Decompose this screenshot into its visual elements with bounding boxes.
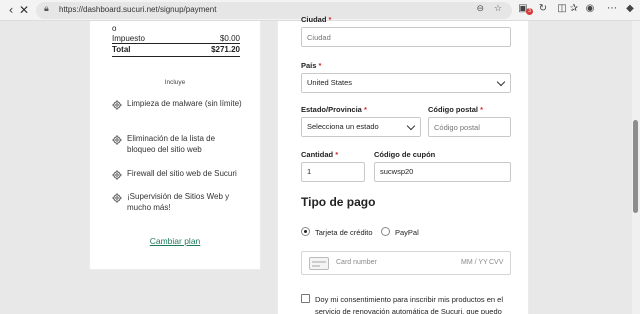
coupon-input[interactable]: sucwsp20 (374, 162, 511, 182)
cvv-placeholder: CVV (489, 259, 504, 266)
postal-label-text: Código postal (428, 105, 478, 114)
refresh-extension-icon[interactable]: ↻ (536, 3, 550, 14)
city-input[interactable] (301, 27, 511, 47)
total-value: $271.20 (211, 45, 240, 54)
copilot-icon[interactable]: ◆ (623, 3, 637, 14)
city-label: Ciudad * (301, 15, 331, 24)
change-plan-link[interactable]: Cambiar plan (90, 236, 260, 246)
extension-icon[interactable]: ▣ 3 (516, 3, 533, 15)
favorites-icon[interactable]: ✰ (567, 3, 581, 14)
credit-card-radio[interactable] (301, 227, 310, 236)
gear-icon (112, 100, 122, 110)
payment-form: Ciudad * País * United States Estado/Pro… (277, 15, 529, 314)
consent-text: Doy mi consentimiento para inscribir mis… (315, 295, 503, 314)
credit-card-icon (309, 257, 329, 270)
required-marker: * (328, 15, 332, 24)
expiry-placeholder: MM / YY (461, 259, 488, 266)
country-value: United States (307, 78, 353, 87)
country-label: País * (301, 61, 321, 70)
card-number-field[interactable]: Card number MM / YY CVV (301, 251, 511, 275)
payment-type-heading: Tipo de pago (301, 195, 376, 209)
summary-total-divider (112, 56, 240, 57)
required-marker: * (363, 105, 367, 114)
state-value: Selecciona un estado (307, 122, 379, 131)
feature-item: ¡Supervisión de Sitios Web y mucho más! (112, 191, 242, 213)
notification-badge: 3 (526, 8, 533, 15)
feature-text: Firewall del sitio web de Sucuri (127, 169, 237, 178)
order-summary-card: o Impuesto $0.00 Total $271.20 Incluye L… (89, 21, 261, 270)
address-bar[interactable]: 🔒︎ https://dashboard.sucuri.net/signup/p… (36, 2, 512, 19)
city-label-text: Ciudad (301, 15, 327, 24)
tax-label: Impuesto (112, 34, 145, 43)
gear-icon (112, 170, 122, 180)
feature-item: Eliminación de la lista de bloqueo del s… (112, 133, 242, 155)
favorite-star-icon[interactable]: ☆ (494, 4, 502, 14)
lock-icon[interactable]: 🔒︎ (44, 4, 49, 14)
quantity-label-text: Cantidad (301, 150, 334, 159)
summary-divider (112, 43, 240, 44)
close-icon[interactable]: ✕ (17, 3, 31, 17)
postal-label: Código postal * (428, 105, 483, 114)
coupon-label: Código de cupón (374, 150, 436, 159)
quantity-input[interactable]: 1 (301, 162, 365, 182)
page-scrollbar[interactable] (632, 21, 640, 314)
scrollbar-thumb[interactable] (633, 120, 638, 213)
required-marker: * (480, 105, 484, 114)
chevron-down-icon (406, 121, 416, 131)
paypal-radio[interactable] (381, 227, 390, 236)
gear-icon (112, 135, 122, 145)
includes-heading: Incluye (164, 79, 186, 86)
chevron-down-icon (496, 77, 506, 87)
summary-partial-text: o (112, 24, 117, 33)
required-marker: * (335, 150, 339, 159)
total-label: Total (112, 45, 131, 54)
state-label-text: Estado/Provincia (301, 105, 362, 114)
country-select[interactable]: United States (301, 73, 511, 93)
consent-checkbox[interactable] (301, 294, 310, 303)
quantity-label: Cantidad * (301, 150, 338, 159)
more-menu-icon[interactable]: ⋯ (605, 3, 619, 14)
gear-icon (112, 193, 122, 203)
feature-text: Limpieza de malware (sin límite) (127, 99, 242, 108)
card-number-placeholder: Card number (336, 259, 377, 266)
tax-row: Impuesto $0.00 (112, 34, 240, 43)
feature-item: Firewall del sitio web de Sucuri (112, 168, 242, 180)
zoom-icon[interactable]: ⊖ (476, 4, 484, 14)
summary-partial-row: o (112, 24, 240, 33)
profile-icon[interactable]: ◉ (583, 3, 597, 14)
paypal-label[interactable]: PayPal (395, 228, 419, 237)
state-label: Estado/Provincia * (301, 105, 367, 114)
total-row: Total $271.20 (112, 45, 240, 54)
country-label-text: País (301, 61, 317, 70)
feature-text: ¡Supervisión de Sitios Web y mucho más! (127, 192, 230, 212)
feature-text: Eliminación de la lista de bloqueo del s… (127, 134, 216, 154)
tax-value: $0.00 (219, 34, 240, 43)
credit-card-label[interactable]: Tarjeta de crédito (315, 228, 373, 237)
back-icon[interactable]: ‹ (4, 3, 18, 17)
postal-code-input[interactable] (428, 117, 511, 137)
required-marker: * (318, 61, 322, 70)
feature-item: Limpieza de malware (sin límite) (112, 98, 242, 110)
url-text[interactable]: https://dashboard.sucuri.net/signup/paym… (59, 5, 216, 14)
state-select[interactable]: Selecciona un estado (301, 117, 421, 137)
